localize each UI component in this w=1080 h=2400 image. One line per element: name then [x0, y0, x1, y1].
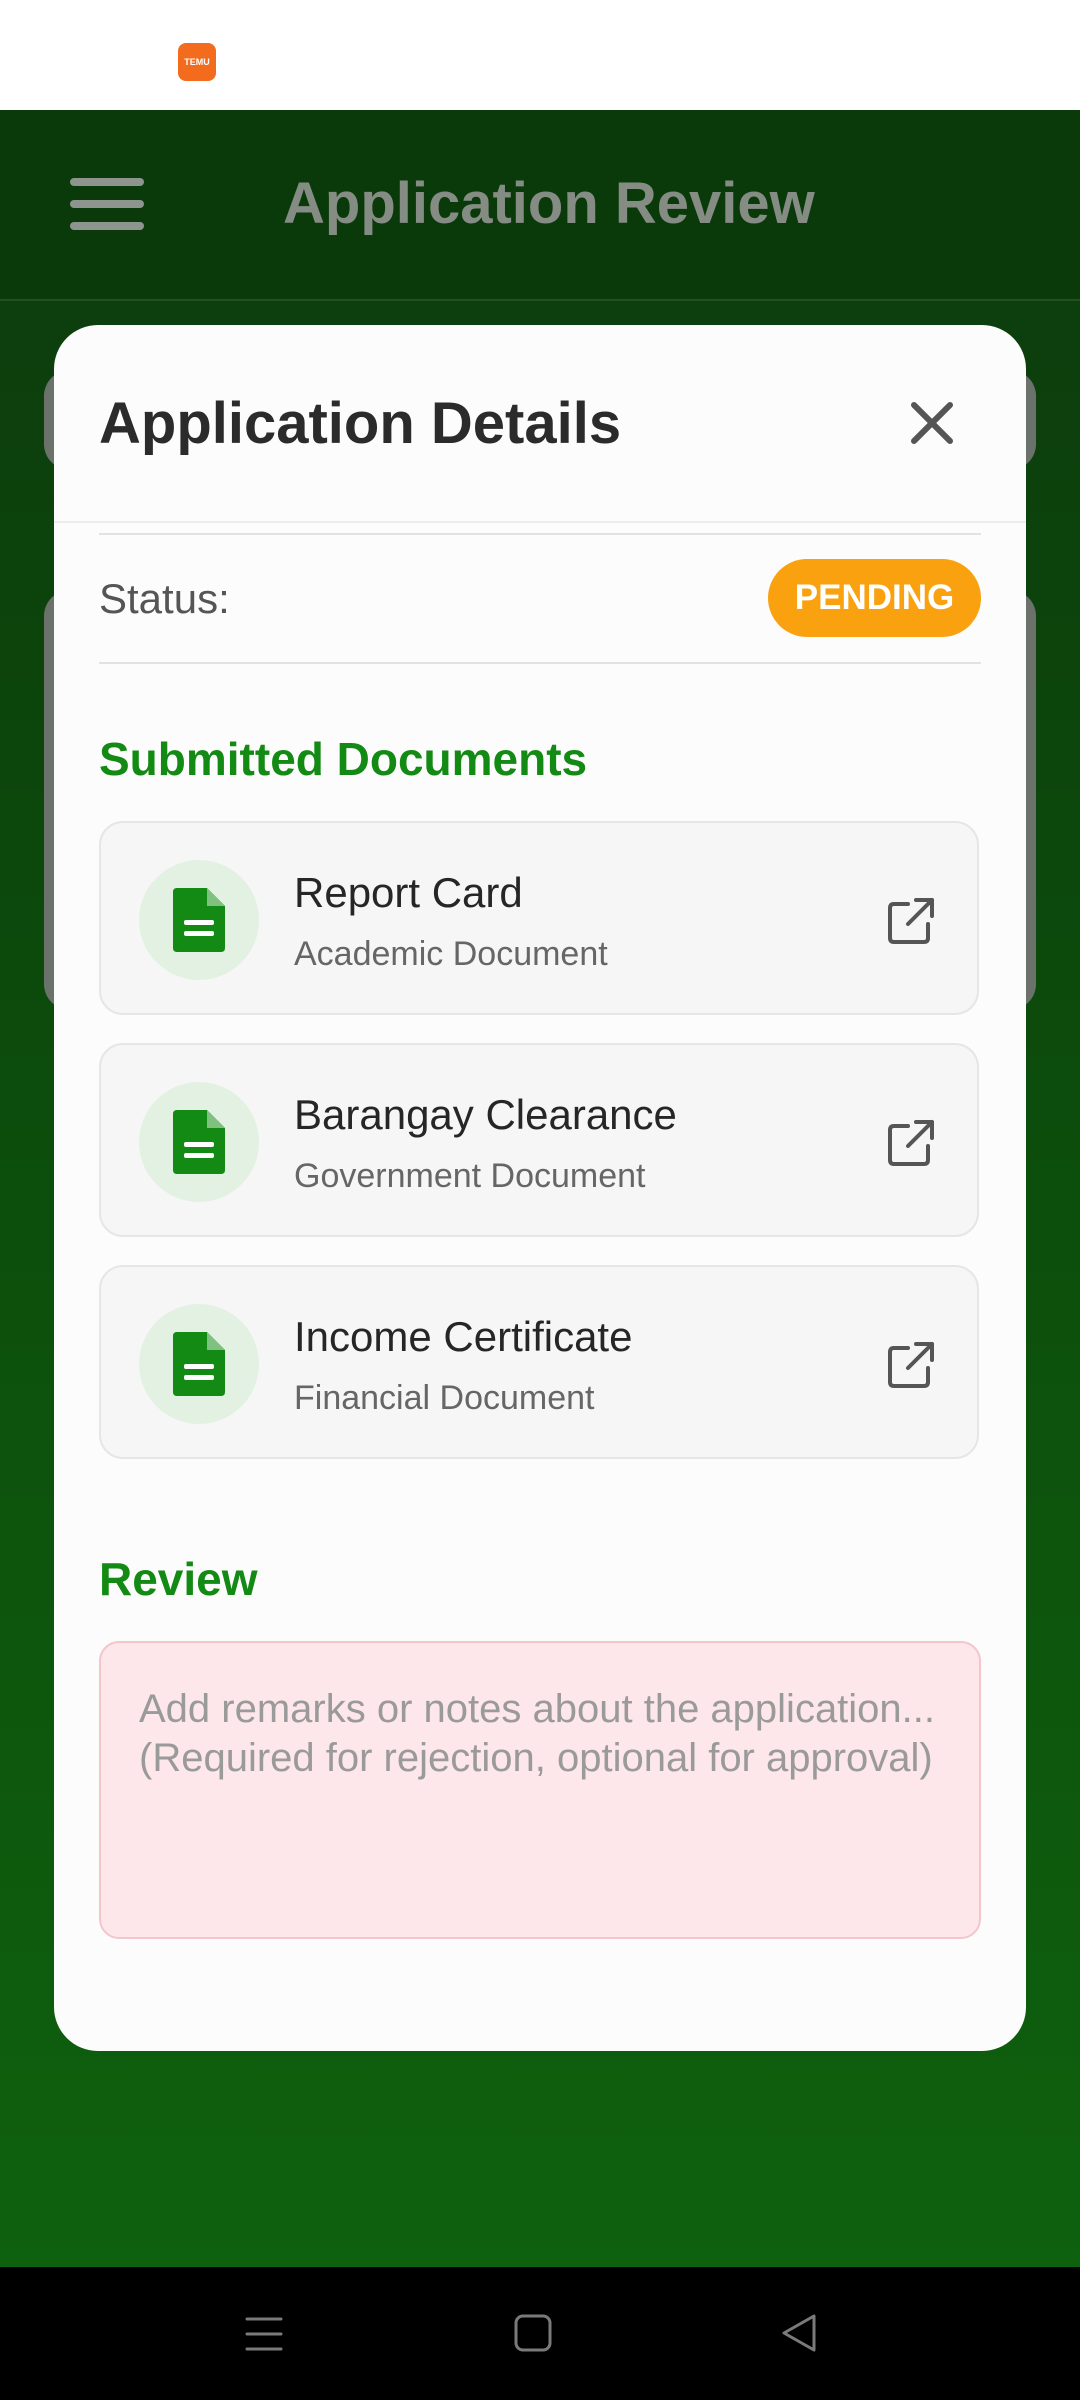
- temu-app-icon: TEMU: [178, 43, 216, 81]
- back-icon[interactable]: [780, 2313, 818, 2358]
- page-title: Application Review: [283, 171, 815, 236]
- open-external-icon[interactable]: [886, 896, 936, 946]
- document-card-report-card[interactable]: Report Card Academic Document: [99, 821, 979, 1015]
- divider: [99, 662, 981, 664]
- open-external-icon[interactable]: [886, 1340, 936, 1390]
- status-label: Status:: [99, 575, 230, 622]
- document-type: Academic Document: [294, 935, 608, 973]
- modal-title: Application Details: [99, 391, 622, 456]
- submitted-documents-heading: Submitted Documents: [99, 733, 588, 785]
- home-icon[interactable]: [514, 2314, 552, 2357]
- temu-icon-label: TEMU: [184, 57, 210, 67]
- modal-header: Application Details: [54, 325, 1026, 523]
- document-name: Income Certificate: [294, 1313, 633, 1360]
- document-type: Financial Document: [294, 1379, 595, 1417]
- document-icon: [139, 1304, 259, 1424]
- status-badge: PENDING: [768, 559, 981, 637]
- document-name: Report Card: [294, 869, 523, 916]
- recent-apps-icon[interactable]: [245, 2315, 283, 2358]
- remarks-textarea[interactable]: Add remarks or notes about the applicati…: [99, 1641, 981, 1939]
- document-card-income-certificate[interactable]: Income Certificate Financial Document: [99, 1265, 979, 1459]
- document-icon: [139, 1082, 259, 1202]
- status-bar: TEMU: [0, 0, 1080, 110]
- document-type: Government Document: [294, 1157, 646, 1195]
- close-icon[interactable]: [906, 397, 958, 449]
- hamburger-menu-icon[interactable]: [70, 178, 144, 230]
- document-icon: [139, 860, 259, 980]
- review-heading: Review: [99, 1553, 258, 1605]
- divider: [99, 533, 981, 535]
- application-details-modal: Application Details Status: PENDING Subm…: [54, 325, 1026, 2051]
- document-name: Barangay Clearance: [294, 1091, 677, 1138]
- document-card-barangay-clearance[interactable]: Barangay Clearance Government Document: [99, 1043, 979, 1237]
- open-external-icon[interactable]: [886, 1118, 936, 1168]
